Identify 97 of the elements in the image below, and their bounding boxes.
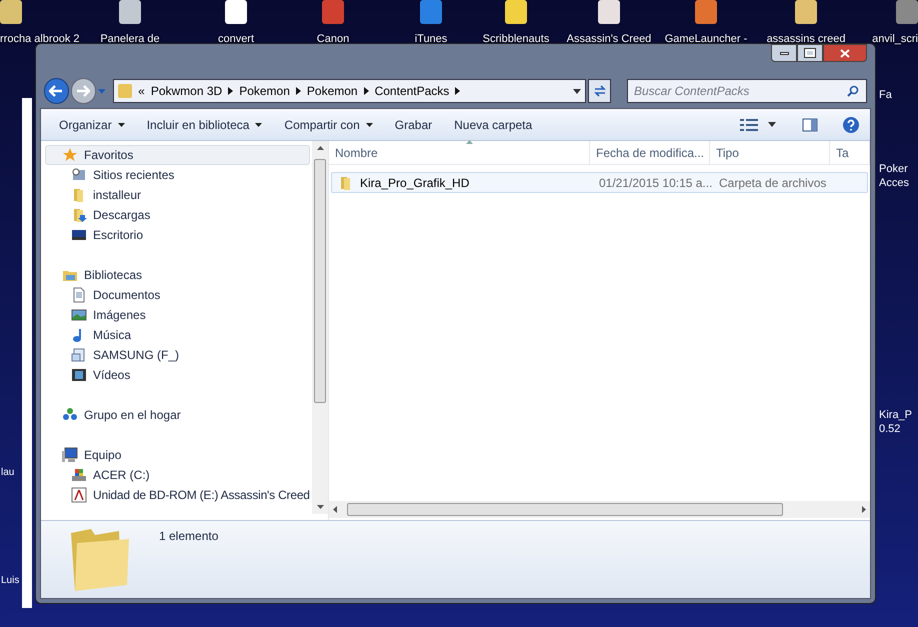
left-arrow-icon[interactable] [333,506,337,513]
sort-arrow-icon [466,140,473,144]
horizontal-scrollbar[interactable] [329,501,870,518]
toolbar-button[interactable]: Nueva carpeta [446,112,540,136]
nav-item[interactable]: Sitios recientes [45,165,310,185]
star-icon [62,147,78,163]
drive-icon [71,347,87,363]
shortcut-label[interactable]: Acces [879,176,909,190]
scroll-thumb[interactable] [314,159,326,403]
nav-item[interactable]: SAMSUNG (F_) [45,345,310,365]
breadcrumb[interactable]: Pokwmon 3D [150,82,222,100]
chevron-icon[interactable] [296,87,301,95]
nav-item[interactable]: Imágenes [45,305,310,325]
forward-arrow-icon [76,85,90,97]
shortcut-label[interactable]: Poker [879,162,908,176]
shortcut-label[interactable]: Canon [316,32,350,46]
close-icon [840,48,850,58]
breadcrumb[interactable]: Pokemon [239,82,290,100]
breadcrumb[interactable]: ContentPacks [374,82,450,100]
shortcut-label[interactable]: 0.52 [879,422,900,436]
document-icon [71,287,87,303]
table-cell-text: Carpeta de archivos [719,174,826,192]
hard-drive-icon [71,467,87,483]
disc-drive-icon [71,487,87,503]
up-arrow-icon[interactable] [316,146,324,150]
refresh-arrows-icon [592,85,607,97]
caret-icon [98,88,106,94]
item-count: 1 elemento [159,528,218,545]
shortcut-label[interactable]: rrocha albrook 2 [0,32,80,46]
forward-button[interactable] [70,78,96,104]
close-button[interactable] [823,44,867,62]
network-balls-icon [62,407,78,423]
film-icon [71,367,87,383]
search-icon [847,85,859,97]
toolbar-button[interactable]: Incluir en biblioteca [138,112,270,136]
shortcut-label[interactable]: Assassin's Creed [566,32,652,46]
shortcut-label[interactable]: Luis [1,574,20,588]
nav-item[interactable]: Equipo [45,445,310,465]
minimize-icon [780,52,788,54]
picture-icon [71,307,87,323]
computer-icon [62,447,78,463]
shortcut-label[interactable]: Kira_P [879,408,912,422]
chevron-icon[interactable] [228,87,234,95]
nav-item[interactable]: Descargas [45,205,310,225]
folder-icon [118,84,132,98]
toolbar-button[interactable]: Grabar [386,112,440,136]
nav-item[interactable]: installeur [45,185,310,205]
column-header[interactable]: Tipo [710,141,830,165]
back-button[interactable] [44,78,69,104]
preview-pane-icon[interactable] [802,118,818,132]
view-options-icon[interactable] [740,118,758,130]
toolbar-button[interactable]: Organizar [51,112,133,136]
scroll-thumb[interactable] [347,503,783,516]
refresh-button[interactable] [588,79,611,103]
caret-icon [573,88,582,94]
nav-item[interactable]: Música [45,325,310,345]
table-cell-text: 01/21/2015 10:15 a... [599,174,712,192]
caret-icon[interactable] [768,122,776,127]
download-folder-icon [71,207,87,223]
nav-item[interactable]: Grupo en el hogar [45,405,310,425]
shortcut-label[interactable]: Fa [879,88,892,102]
shortcut-label[interactable]: assassins creed [766,32,846,46]
shortcut-label[interactable]: GameLauncher - [664,32,748,46]
right-arrow-icon[interactable] [862,506,866,513]
overflow-chevron[interactable]: « [138,82,145,100]
column-header[interactable]: Fecha de modifica... [590,141,710,165]
minimize-button[interactable] [771,44,797,62]
search-field[interactable]: Buscar ContentPacks [627,79,867,103]
help-icon[interactable] [842,116,860,134]
breadcrumb[interactable]: Pokemon [306,82,358,100]
shortcut-label[interactable]: Scribblenauts [482,32,550,46]
recent-places-icon [71,167,87,183]
nav-item[interactable]: Unidad de BD-ROM (E:) Assassin's Creed [45,485,310,505]
maximize-icon [805,49,815,57]
shortcut-label[interactable]: convert [218,32,254,46]
toolbar-button[interactable]: Compartir con [276,112,381,136]
nav-item[interactable]: Documentos [45,285,310,305]
back-arrow-icon [49,85,64,97]
nav-item[interactable]: ACER (C:) [45,465,310,485]
nav-item[interactable]: Favoritos [45,145,310,165]
column-header[interactable]: Ta [830,141,870,165]
chevron-icon[interactable] [364,87,369,95]
maximize-button[interactable] [797,44,823,62]
nav-item[interactable]: Vídeos [45,365,310,385]
shortcut-label[interactable]: iTunes [414,32,448,46]
monitor-icon [71,227,87,243]
file-row[interactable]: Kira_Pro_Grafik_HD 01/21/2015 10:15 a... Carpeta de archivos [331,172,868,193]
chevron-icon[interactable] [455,87,460,95]
shortcut-label[interactable]: Panelera de [100,32,160,46]
nav-item[interactable]: Escritorio [45,225,310,245]
shortcut-label[interactable]: lau [1,466,14,480]
table-cell-text: Kira_Pro_Grafik_HD [360,174,470,192]
address-bar[interactable]: « Pokwmon 3D Pokemon Pokemon ContentPacks [113,79,586,103]
down-arrow-icon[interactable] [316,505,324,509]
shortcut-label[interactable]: anvil_scri [872,32,918,46]
vertical-scrollbar[interactable] [312,141,328,514]
nav-item[interactable]: Bibliotecas [45,265,310,285]
